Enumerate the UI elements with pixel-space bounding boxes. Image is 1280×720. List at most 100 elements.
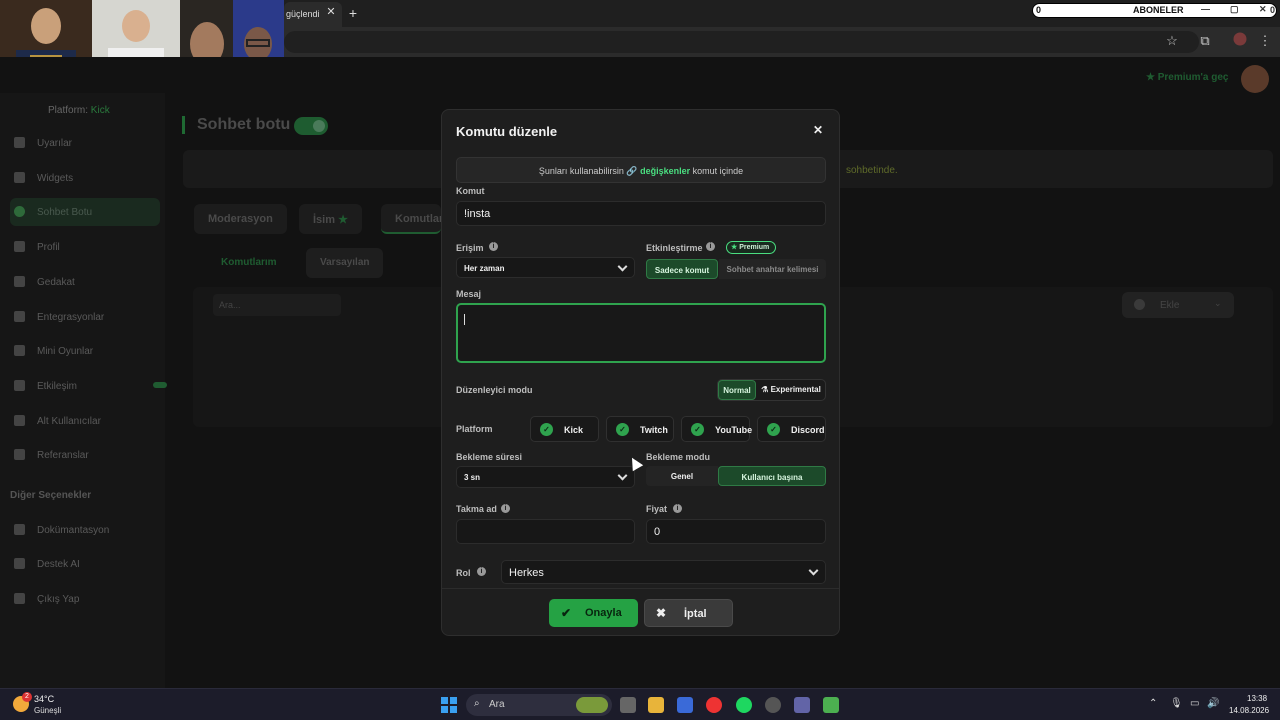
minimize-icon[interactable]: — — [1201, 4, 1210, 14]
maximize-icon[interactable]: ▢ — [1230, 4, 1239, 15]
sidebar-item-support-ai[interactable]: Destek AI — [10, 550, 160, 578]
sidebar-item-logout[interactable]: Çıkış Yap — [10, 585, 160, 613]
editor-mode-label: Düzenleyici modu — [456, 385, 533, 395]
alert-icon — [14, 137, 25, 148]
check-icon: ✔ — [561, 606, 572, 620]
store-icon[interactable] — [677, 697, 693, 713]
task-view-icon[interactable] — [620, 697, 636, 713]
platform-kick-checkbox[interactable]: ✓ Kick — [530, 416, 599, 442]
cancel-button[interactable]: ✖ İptal — [644, 599, 733, 627]
tab-close-icon[interactable]: ✕ — [324, 5, 338, 19]
info-icon[interactable]: i — [501, 504, 510, 513]
activation-chat-keyword[interactable]: Sohbet anahtar kelimesi — [719, 259, 826, 279]
chevron-up-icon[interactable]: ⌃ — [1149, 698, 1157, 709]
temperature[interactable]: 34°C — [34, 694, 54, 704]
confirm-button[interactable]: ✔ Onayla — [549, 599, 638, 627]
sidebar-item-sub-users[interactable]: Alt Kullanıcılar — [10, 407, 160, 435]
info-icon[interactable]: i — [706, 242, 715, 251]
avatar[interactable] — [1241, 65, 1269, 93]
cooldown-select[interactable]: 3 sn — [456, 466, 635, 488]
search-input[interactable]: Ara... — [213, 294, 341, 316]
platform-youtube-checkbox[interactable]: ✓ YouTube — [681, 416, 752, 442]
cooldown-mode-label: Bekleme modu — [646, 452, 711, 462]
info-icon[interactable]: i — [477, 567, 486, 576]
cooldown-label: Bekleme süresi — [456, 452, 523, 462]
tab-commands[interactable]: Komutlar — [381, 204, 441, 234]
tab-moderation[interactable]: Moderasyon — [194, 204, 287, 234]
sidebar-item-interaction[interactable]: Etkileşim — [10, 372, 167, 400]
role-select[interactable]: Herkes — [501, 560, 826, 584]
editor-mode-normal[interactable]: Normal — [718, 380, 756, 400]
price-label: Fiyat — [646, 504, 668, 514]
editor-mode-experimental[interactable]: ⚗ Experimental — [757, 380, 825, 400]
variables-link[interactable]: 🔗 değişkenler — [626, 166, 690, 176]
cooldown-mode-per-user[interactable]: Kullanıcı başına — [718, 466, 826, 486]
games-icon — [14, 345, 25, 356]
chatbot-toggle[interactable] — [294, 117, 328, 135]
chrome-icon[interactable] — [706, 697, 722, 713]
subscriber-overlay: 0 ABONELER — ▢ ✕ 0 — [1032, 3, 1277, 18]
new-tab-button[interactable]: + — [345, 5, 361, 21]
modal-divider — [442, 588, 839, 589]
alias-input[interactable] — [456, 519, 635, 544]
page-title: Sohbet botu — [182, 116, 290, 134]
sidebar-item-referrals[interactable]: Referanslar — [10, 441, 160, 469]
profile-avatar-icon[interactable] — [1231, 32, 1249, 50]
star-icon: ★ — [731, 244, 738, 251]
subtab-defaults[interactable]: Varsayılan — [306, 248, 384, 278]
browser-menu-icon[interactable]: ⋮ — [1256, 32, 1274, 50]
access-select[interactable]: Her zaman — [456, 257, 635, 278]
sidebar-item-integrations[interactable]: Entegrasyonlar — [10, 303, 160, 331]
alias-label: Takma ad — [456, 504, 497, 514]
sidebar-item-widgets[interactable]: Widgets — [10, 164, 160, 192]
plus-icon — [1134, 299, 1145, 310]
command-input[interactable]: !insta — [456, 201, 826, 226]
file-explorer-icon[interactable] — [648, 697, 664, 713]
sidebar-item-gedakat[interactable]: Gedakat — [10, 268, 160, 296]
info-icon[interactable]: i — [673, 504, 682, 513]
profile-icon — [14, 241, 25, 252]
subscriber-end-count: 0 — [1270, 5, 1276, 15]
spotify-icon[interactable] — [736, 697, 752, 713]
weather-condition[interactable]: Güneşli — [34, 706, 61, 715]
windows-start-icon[interactable] — [441, 697, 457, 713]
display-icon[interactable]: ▭ — [1190, 698, 1199, 709]
platform-twitch-checkbox[interactable]: ✓ Twitch — [606, 416, 674, 442]
close-icon[interactable]: ✕ — [811, 123, 825, 137]
premium-link[interactable]: ★ Premium'a geç — [1146, 72, 1229, 83]
minecraft-icon[interactable] — [823, 697, 839, 713]
platform-discord-checkbox[interactable]: ✓ Discord — [757, 416, 826, 442]
message-textarea[interactable] — [456, 303, 826, 363]
sidebar-item-docs[interactable]: Dokümantasyon — [10, 516, 160, 544]
sidebar-item-mini-games[interactable]: Mini Oyunlar — [10, 337, 160, 365]
microphone-icon[interactable]: 🎙 — [1170, 698, 1183, 709]
steam-icon[interactable] — [765, 697, 781, 713]
sidebar-item-profile[interactable]: Profil — [10, 233, 160, 261]
speaker-icon[interactable]: 🔊 — [1207, 698, 1219, 709]
chevron-down-icon — [617, 470, 628, 481]
url-field[interactable] — [284, 31, 1199, 53]
add-button[interactable]: Ekle ⌄ — [1122, 292, 1234, 318]
sidebar-item-alerts[interactable]: Uyarılar — [10, 129, 160, 157]
subtab-my-commands[interactable]: Komutlarım — [207, 248, 291, 278]
platform-label: Platform — [456, 424, 493, 434]
docs-icon — [14, 524, 25, 535]
weather-badge: 2 — [22, 692, 32, 702]
command-label: Komut — [456, 186, 485, 196]
price-input[interactable]: 0 — [646, 519, 826, 544]
window-close-icon[interactable]: ✕ — [1259, 4, 1267, 15]
tab-name[interactable]: İsim ★ — [299, 204, 362, 234]
bookmark-star-icon[interactable]: ☆ — [1163, 32, 1181, 50]
info-icon[interactable]: i — [489, 242, 498, 251]
clock-time[interactable]: 13:38 — [1247, 694, 1267, 703]
cooldown-mode-global[interactable]: Genel — [646, 466, 718, 486]
weather-icon[interactable]: 2 — [13, 692, 32, 712]
extensions-icon[interactable]: ⧉ — [1196, 32, 1214, 50]
edit-command-modal: Komutu düzenle ✕ Şunları kullanabilirsin… — [441, 109, 840, 636]
integrations-icon — [14, 311, 25, 322]
activation-command-only[interactable]: Sadece komut — [646, 259, 718, 279]
sidebar-item-chatbot[interactable]: Sohbet Botu — [10, 198, 160, 226]
taskbar-search[interactable]: ⌕ Ara — [466, 694, 612, 716]
teams-icon[interactable] — [794, 697, 810, 713]
clock-date[interactable]: 14.08.2026 — [1229, 706, 1269, 715]
